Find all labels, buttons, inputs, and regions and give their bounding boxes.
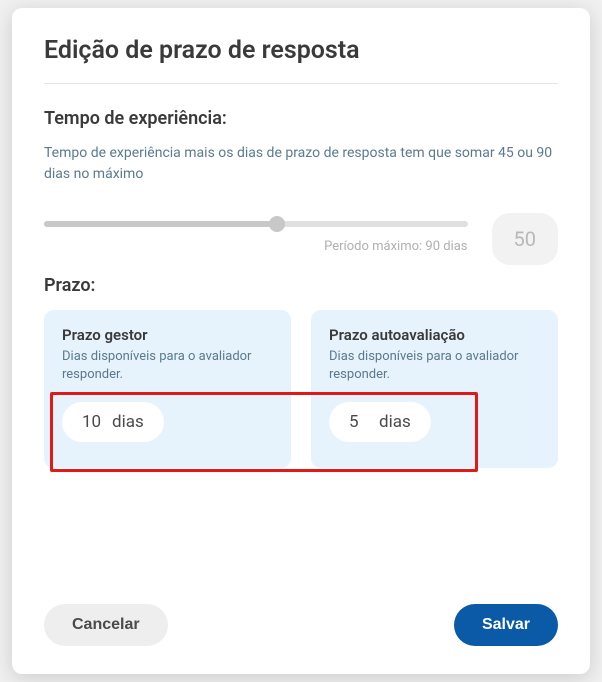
- auto-days-unit: dias: [379, 412, 411, 432]
- gestor-days-input[interactable]: 10 dias: [62, 402, 164, 442]
- card-gestor-title: Prazo gestor: [62, 326, 273, 344]
- card-auto-title: Prazo autoavaliação: [329, 326, 540, 344]
- prazo-cards-row: Prazo gestor Dias disponíveis para o ava…: [44, 310, 558, 468]
- divider: [44, 83, 558, 84]
- modal-footer: Cancelar Salvar: [44, 564, 558, 646]
- experience-slider[interactable]: [44, 221, 468, 227]
- experience-slider-row: Período máximo: 90 dias 50: [44, 213, 558, 265]
- experience-value: 50: [492, 213, 558, 265]
- modal-title: Edição de prazo de resposta: [44, 36, 558, 65]
- slider-caption: Período máximo: 90 dias: [44, 239, 468, 254]
- card-gestor-sub: Dias disponíveis para o avaliador respon…: [62, 348, 273, 384]
- card-prazo-gestor: Prazo gestor Dias disponíveis para o ava…: [44, 310, 291, 468]
- experience-help-text: Tempo de experiência mais os dias de pra…: [44, 143, 558, 185]
- gestor-days-unit: dias: [112, 412, 144, 432]
- cancel-button[interactable]: Cancelar: [44, 604, 168, 646]
- prazo-label: Prazo:: [44, 275, 558, 296]
- edit-deadline-modal: Edição de prazo de resposta Tempo de exp…: [12, 8, 590, 674]
- gestor-days-value: 10: [82, 412, 102, 432]
- save-button[interactable]: Salvar: [454, 604, 558, 646]
- card-auto-sub: Dias disponíveis para o avaliador respon…: [329, 348, 540, 384]
- slider-thumb-icon[interactable]: [269, 216, 285, 232]
- experience-label: Tempo de experiência:: [44, 108, 558, 129]
- auto-days-value: 5: [349, 412, 369, 432]
- auto-days-input[interactable]: 5 dias: [329, 402, 431, 442]
- card-prazo-autoavaliacao: Prazo autoavaliação Dias disponíveis par…: [311, 310, 558, 468]
